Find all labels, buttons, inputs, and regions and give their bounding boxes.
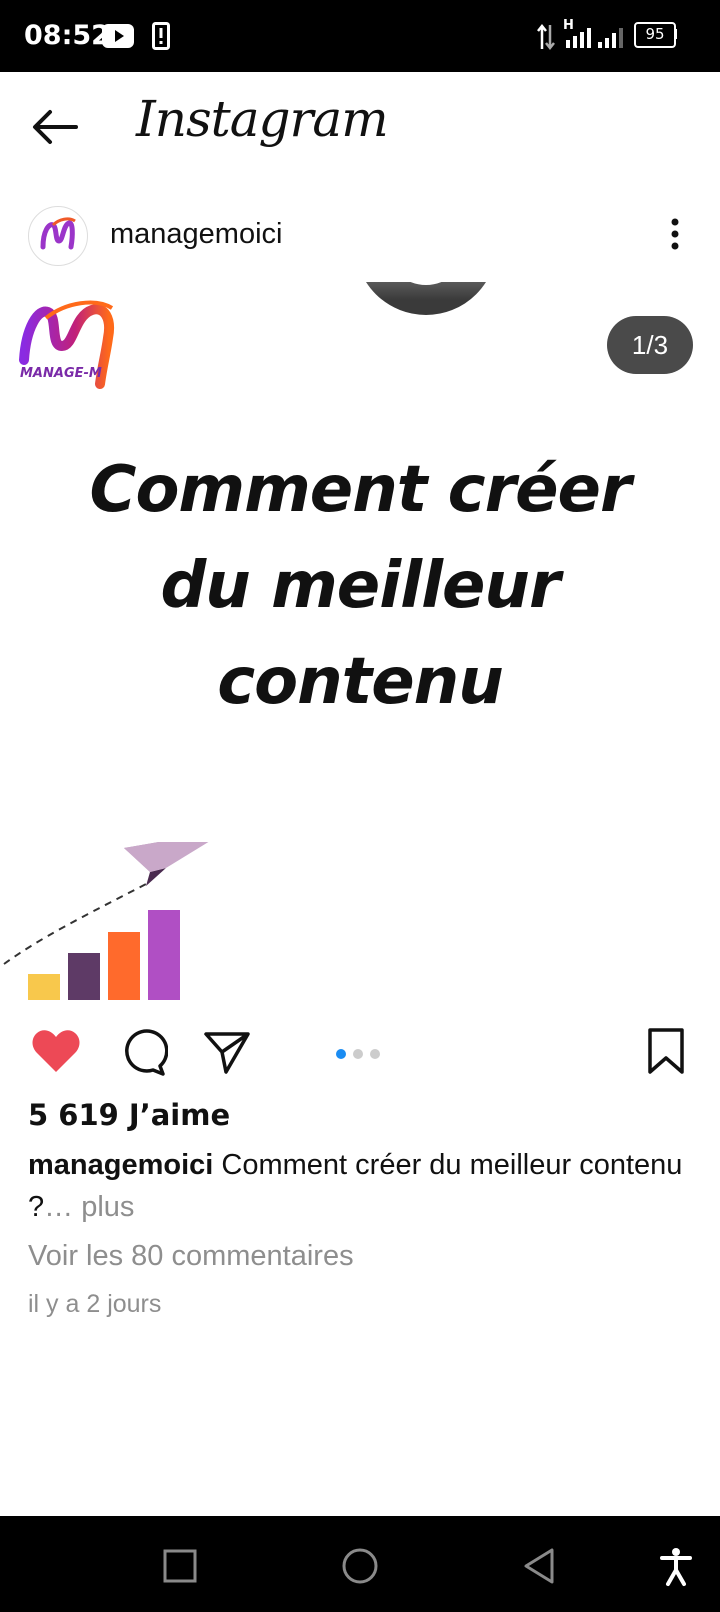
bar-4 — [148, 910, 180, 1000]
status-bar: 08:52 H 95 — [0, 0, 720, 72]
status-time: 08:52 — [24, 20, 110, 51]
bar-3 — [108, 932, 140, 1000]
signal-strength-icon-1 — [566, 28, 591, 48]
post-image[interactable]: MANAGE-M 1/3 Comment créer du meilleur c… — [0, 282, 720, 1008]
accessibility-icon[interactable] — [654, 1544, 698, 1588]
bar-2 — [68, 953, 100, 1000]
carousel-dot-1 — [336, 1049, 346, 1059]
brand-logo: MANAGE-M — [16, 298, 126, 398]
post-action-bar — [0, 1012, 720, 1092]
view-comments-link[interactable]: Voir les 80 commentaires — [28, 1240, 354, 1273]
post-username[interactable]: managemoici — [110, 218, 282, 251]
carousel-dot-3 — [370, 1049, 380, 1059]
battery-cap — [674, 29, 677, 39]
recent-apps-icon[interactable] — [158, 1544, 202, 1588]
managemoi-logo-mark — [19, 300, 114, 389]
likes-count[interactable]: 5 619 J’aime — [28, 1098, 230, 1132]
growth-chart-illustration — [3, 842, 209, 1000]
battery-icon: 95 — [634, 22, 676, 48]
slide-counter-badge: 1/3 — [607, 316, 693, 374]
top-bar: Instagram — [0, 72, 720, 184]
battery-level: 95 — [645, 25, 665, 43]
back-triangle-icon[interactable] — [518, 1544, 562, 1588]
post-headline: Comment créer du meilleur contenu — [0, 442, 720, 730]
caption-more-link[interactable]: … plus — [44, 1191, 134, 1223]
brand-logo-text: MANAGE-M — [20, 366, 102, 381]
more-vertical-icon[interactable] — [660, 214, 690, 254]
system-navigation-bar — [0, 1516, 720, 1612]
heart-filled-icon[interactable] — [30, 1026, 82, 1078]
post-caption: managemoici Comment créer du meilleur co… — [28, 1144, 688, 1228]
signal-strength-icon-2 — [598, 28, 623, 48]
loading-ring-graphic — [366, 282, 486, 315]
post-timestamp: il y a 2 jours — [28, 1290, 162, 1318]
bar-1 — [28, 974, 60, 1000]
headline-line-3: contenu — [217, 645, 504, 719]
data-transfer-icon — [537, 24, 555, 50]
comment-bubble-icon[interactable] — [116, 1026, 168, 1078]
caption-username[interactable]: managemoici — [28, 1149, 213, 1181]
home-icon[interactable] — [338, 1544, 382, 1588]
headline-line-2: du meilleur — [160, 549, 560, 623]
headline-line-1: Comment créer — [89, 453, 631, 527]
avatar[interactable] — [28, 206, 88, 266]
post-header: managemoici — [0, 198, 720, 272]
arrow-left-icon[interactable] — [26, 102, 86, 152]
managemoi-avatar-logo — [40, 217, 76, 250]
carousel-dot-2 — [353, 1049, 363, 1059]
bookmark-icon[interactable] — [642, 1026, 694, 1078]
instagram-logo: Instagram — [136, 90, 389, 148]
notification-alert-icon — [152, 22, 170, 50]
carousel-dots — [336, 1046, 387, 1064]
paper-plane-icon[interactable] — [202, 1026, 254, 1078]
youtube-notification-icon — [102, 24, 134, 48]
paper-plane-wing — [124, 842, 209, 872]
